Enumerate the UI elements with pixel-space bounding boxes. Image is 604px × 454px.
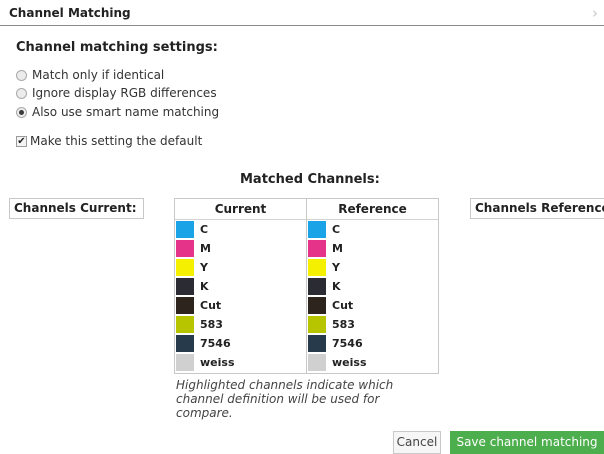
channel-row: Cut	[307, 296, 438, 315]
channel-label: K	[332, 280, 341, 293]
channel-label: 7546	[332, 337, 363, 350]
channel-swatch	[308, 221, 326, 238]
channel-label: K	[200, 280, 209, 293]
option-smart-name[interactable]: Also use smart name matching	[16, 104, 219, 120]
option-ignore-rgb[interactable]: Ignore display RGB differences	[16, 85, 217, 101]
channel-label: 583	[200, 318, 223, 331]
channel-label: 583	[332, 318, 355, 331]
highlight-note: Highlighted channels indicate which chan…	[176, 378, 394, 420]
reference-header: Reference	[307, 199, 438, 220]
channel-row: weiss	[307, 353, 438, 372]
channel-swatch	[308, 240, 326, 257]
channel-swatch	[176, 297, 194, 314]
channel-swatch	[308, 354, 326, 371]
channel-row: Cut	[175, 296, 306, 315]
channel-swatch	[308, 259, 326, 276]
matched-channels-title: Matched Channels:	[240, 172, 380, 187]
current-header: Current	[175, 199, 306, 220]
channel-row: 583	[175, 315, 306, 334]
channel-row: M	[307, 239, 438, 258]
option-label: Match only if identical	[32, 68, 165, 82]
radio-smart-name[interactable]	[16, 106, 27, 118]
channel-label: Cut	[332, 299, 354, 312]
channel-row: C	[307, 220, 438, 239]
default-checkbox-label: Make this setting the default	[30, 134, 203, 148]
channel-swatch	[308, 297, 326, 314]
channel-row: C	[175, 220, 306, 239]
channel-swatch	[176, 335, 194, 352]
channel-label: weiss	[332, 356, 367, 369]
channel-row: 7546	[175, 334, 306, 353]
channel-label: C	[200, 223, 209, 236]
channel-label: Y	[332, 261, 340, 274]
channel-swatch	[308, 316, 326, 333]
cancel-button[interactable]: Cancel	[393, 431, 441, 454]
channel-swatch	[176, 354, 194, 371]
channel-swatch	[308, 335, 326, 352]
channel-row: 583	[307, 315, 438, 334]
channel-row: M	[175, 239, 306, 258]
radio-match-identical[interactable]	[16, 69, 27, 81]
channels-current-label: Channels Current:	[9, 198, 144, 219]
channel-swatch	[176, 240, 194, 257]
channel-label: Y	[200, 261, 208, 274]
dialog-title: Channel Matching	[9, 6, 131, 20]
channel-row: Y	[175, 258, 306, 277]
option-match-identical[interactable]: Match only if identical	[16, 67, 164, 83]
current-rows: C M Y K Cut 583 7546 weiss	[175, 220, 306, 372]
channel-label: M	[200, 242, 211, 255]
channel-swatch	[308, 278, 326, 295]
default-checkbox[interactable]: ✔	[16, 135, 27, 147]
channel-swatch	[176, 221, 194, 238]
channel-row: weiss	[175, 353, 306, 372]
current-channels-table: Current C M Y K Cut 583 7546 weiss	[174, 198, 307, 374]
channel-label: Cut	[200, 299, 222, 312]
option-label: Also use smart name matching	[32, 105, 220, 119]
reference-rows: C M Y K Cut 583 7546 weiss	[307, 220, 438, 372]
channel-label: M	[332, 242, 343, 255]
radio-ignore-rgb[interactable]	[16, 87, 27, 99]
settings-title: Channel matching settings:	[16, 40, 218, 55]
channel-row: Y	[307, 258, 438, 277]
channel-row: K	[175, 277, 306, 296]
default-setting-row[interactable]: ✔ Make this setting the default	[16, 133, 202, 149]
channel-label: weiss	[200, 356, 235, 369]
chevron-right-icon[interactable]: ›	[592, 6, 602, 21]
channels-reference-label: Channels Reference:	[470, 198, 604, 219]
dialog-header: Channel Matching ›	[0, 0, 604, 26]
channel-label: C	[332, 223, 341, 236]
reference-channels-table: Reference C M Y K Cut 583 7546 weiss	[306, 198, 439, 374]
channel-row: K	[307, 277, 438, 296]
channel-swatch	[176, 278, 194, 295]
channel-swatch	[176, 316, 194, 333]
option-label: Ignore display RGB differences	[32, 86, 217, 100]
channel-row: 7546	[307, 334, 438, 353]
save-channel-matching-button[interactable]: Save channel matching	[450, 431, 604, 454]
channel-swatch	[176, 259, 194, 276]
channel-label: 7546	[200, 337, 231, 350]
